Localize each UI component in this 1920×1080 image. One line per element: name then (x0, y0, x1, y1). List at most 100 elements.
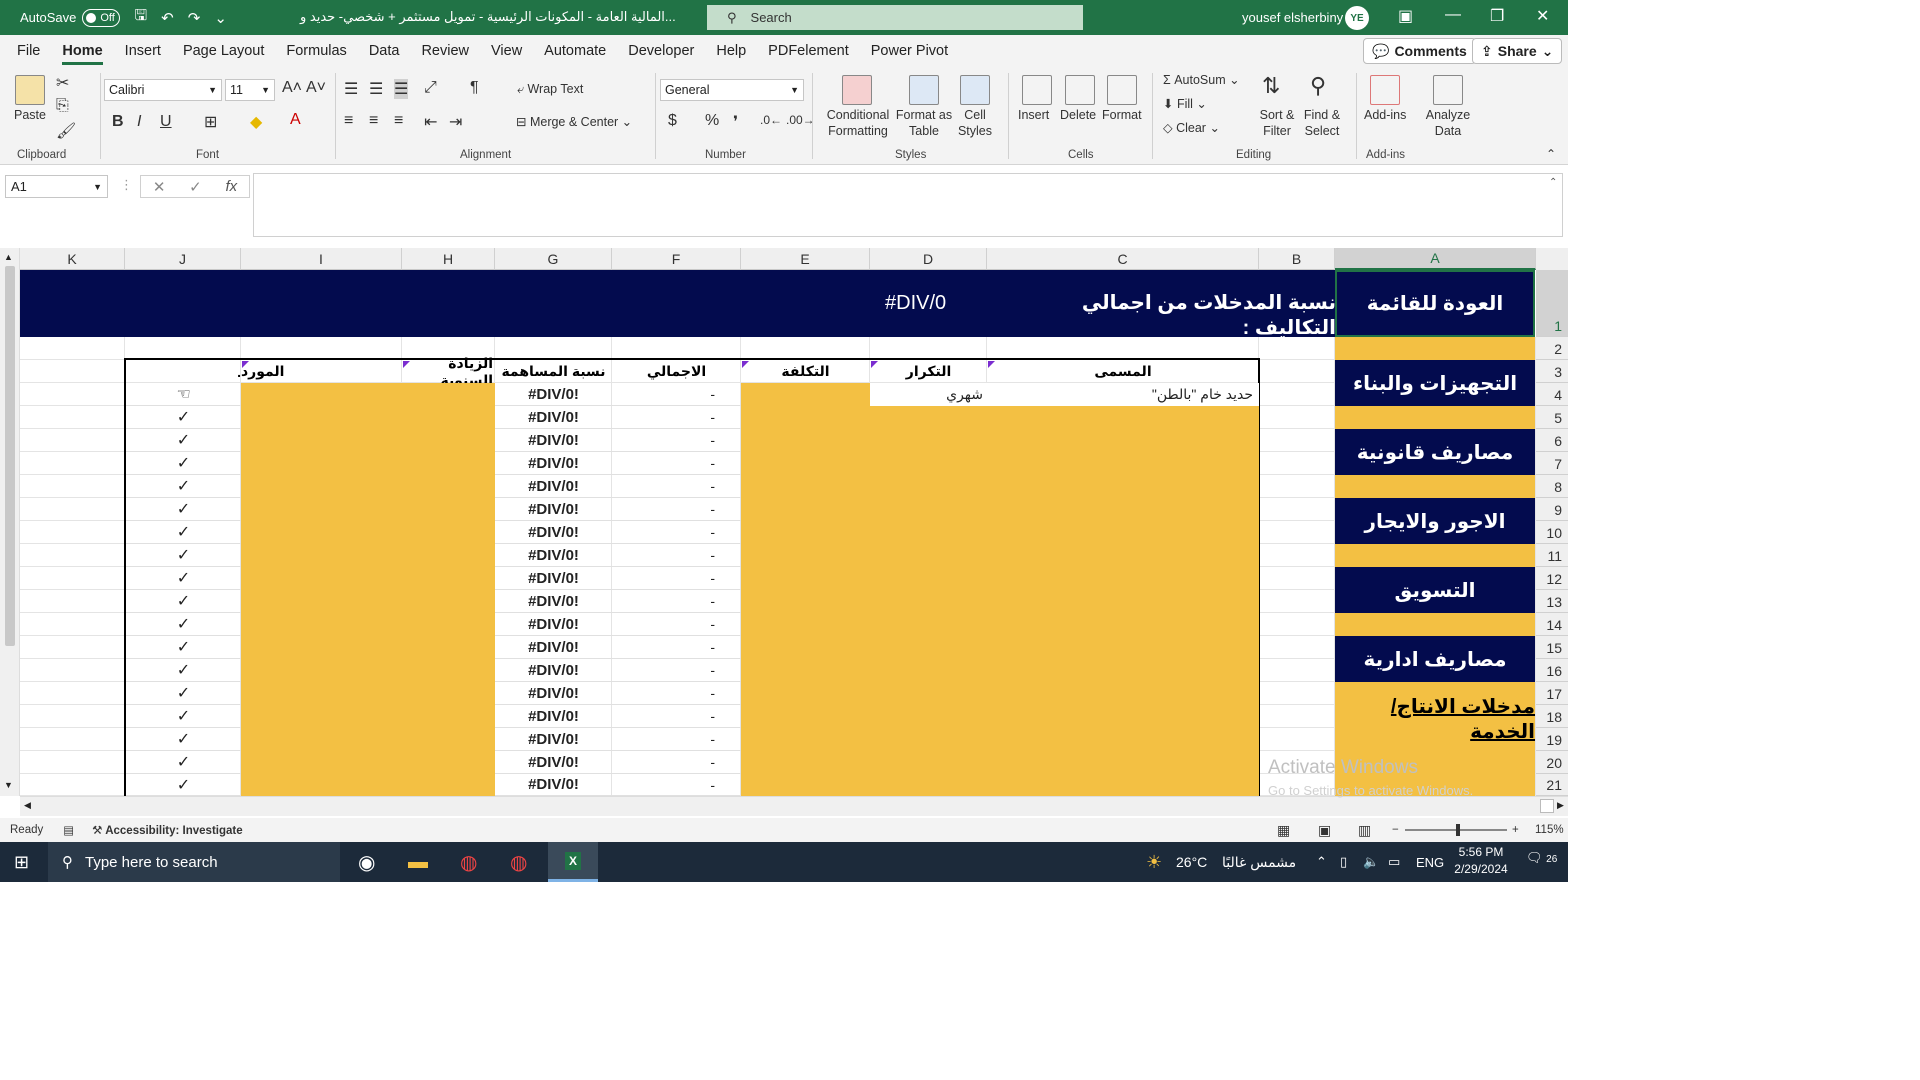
check-icon[interactable]: ✓ (126, 567, 241, 590)
cell-share[interactable]: #DIV/0! (495, 544, 612, 567)
search-box[interactable]: ⚲ Search (707, 5, 1083, 30)
tab-insert[interactable]: Insert (114, 35, 172, 67)
check-icon[interactable]: ✓ (126, 452, 241, 475)
scroll-up-icon[interactable]: ▲ (4, 252, 13, 262)
check-icon[interactable]: ✓ (126, 728, 241, 751)
windows-start-icon[interactable]: ⊞ (14, 852, 29, 873)
chrome-profile-icon[interactable]: ◍ (510, 850, 527, 875)
cell-share[interactable]: #DIV/0! (495, 774, 612, 796)
font-color-icon[interactable]: A (290, 111, 301, 129)
row-header-15[interactable]: 15 (1536, 636, 1568, 659)
check-icon[interactable]: ✓ (126, 475, 241, 498)
scroll-right-icon[interactable]: ▶ (1557, 800, 1564, 811)
find-icon[interactable]: ⚲ (1310, 73, 1326, 99)
currency-icon[interactable]: $ (668, 112, 677, 130)
user-name[interactable]: yousef elsherbiny (1242, 10, 1343, 25)
increase-font-icon[interactable]: A˄ (282, 79, 302, 97)
cell-share[interactable]: #DIV/0! (495, 751, 612, 774)
tab-data[interactable]: Data (358, 35, 411, 67)
bottom-align-icon[interactable]: ☰ (394, 79, 409, 99)
row-header-7[interactable]: 7 (1536, 452, 1568, 475)
check-icon[interactable]: ✓ (126, 613, 241, 636)
row-header-11[interactable]: 11 (1536, 544, 1568, 567)
tab-power-pivot[interactable]: Power Pivot (860, 35, 959, 67)
excel-taskbar-icon[interactable]: X (548, 842, 598, 882)
wrap-text-button[interactable]: ⤶ Wrap Text (517, 81, 583, 97)
check-icon[interactable]: ✓ (126, 636, 241, 659)
row-header-9[interactable]: 9 (1536, 498, 1568, 521)
worksheet-grid[interactable]: ▲ ▼ K J I H G F E D C B A 1 2 3 4 5 6 7 8 9 10 11 12 13 14 15 16 17… (0, 248, 1568, 796)
orientation-icon[interactable]: ⤢ (424, 79, 437, 97)
cell-share[interactable]: #DIV/0! (495, 682, 612, 705)
scroll-down-icon[interactable]: ▼ (4, 780, 13, 790)
cell-share[interactable]: #DIV/0! (495, 521, 612, 544)
tray-chevron-icon[interactable]: ⌃ (1316, 854, 1327, 870)
cell-share[interactable]: #DIV/0! (495, 659, 612, 682)
addins-button[interactable]: Add-ins (1364, 107, 1406, 123)
row-header-17[interactable]: 17 (1536, 682, 1568, 705)
cell-share[interactable]: #DIV/0! (495, 567, 612, 590)
row-header-19[interactable]: 19 (1536, 728, 1568, 751)
cell-total[interactable]: - (612, 682, 741, 705)
row-header-16[interactable]: 16 (1536, 659, 1568, 682)
format-cells-icon[interactable] (1107, 75, 1137, 105)
merge-center-button[interactable]: ⊟ Merge & Center ⌄ (516, 114, 632, 130)
cell-share[interactable]: #DIV/0! (495, 728, 612, 751)
chrome-icon[interactable]: ◍ (460, 850, 477, 875)
cell-share[interactable]: #DIV/0! (495, 475, 612, 498)
comment-indicator[interactable] (403, 361, 410, 368)
cell-styles-icon[interactable] (960, 75, 990, 105)
row-header-14[interactable]: 14 (1536, 613, 1568, 636)
horizontal-scrollbar[interactable]: ◀ ▶ (20, 796, 1568, 816)
check-icon[interactable]: ✓ (126, 498, 241, 521)
cell-share[interactable]: #DIV/0! (495, 406, 612, 429)
column-header-b[interactable]: B (1259, 248, 1335, 270)
row-header-12[interactable]: 12 (1536, 567, 1568, 590)
tab-formulas[interactable]: Formulas (275, 35, 357, 67)
cell-share[interactable]: #DIV/0! (495, 590, 612, 613)
percent-icon[interactable]: % (705, 112, 719, 130)
nav-button-wages[interactable]: الاجور والايجار (1335, 498, 1535, 544)
clock[interactable]: 5:56 PM 2/29/2024 (1450, 844, 1512, 878)
nav-button-legal[interactable]: مصاريف قانونية (1335, 429, 1535, 475)
zoom-out-icon[interactable]: − (1392, 824, 1399, 836)
nav-button-admin[interactable]: مصاريف ادارية (1335, 636, 1535, 682)
notification-button[interactable]: 🗨 26 (1526, 850, 1557, 866)
row-header-3[interactable]: 3 (1536, 360, 1568, 383)
row-header-8[interactable]: 8 (1536, 475, 1568, 498)
delete-cells-icon[interactable] (1065, 75, 1095, 105)
row-header-18[interactable]: 18 (1536, 705, 1568, 728)
cell-total[interactable]: - (612, 590, 741, 613)
check-icon[interactable]: ✓ (126, 774, 241, 796)
network-icon[interactable]: ▭ (1388, 854, 1400, 870)
fill-color-icon[interactable]: ◆ (250, 112, 262, 132)
format-painter-icon[interactable]: 🖌 (56, 121, 76, 141)
addins-icon[interactable] (1370, 75, 1400, 105)
cell-share[interactable]: #DIV/0! (495, 383, 612, 406)
taskbar-search[interactable]: ⚲ Type here to search (48, 842, 340, 882)
decrease-indent-icon[interactable]: ⇤ (424, 112, 437, 132)
autosum-button[interactable]: Σ AutoSum ⌄ (1163, 72, 1240, 88)
minimize-icon[interactable]: — (1445, 6, 1461, 24)
format-as-table-button[interactable]: Format as Table (892, 107, 956, 139)
cell-total[interactable]: - (612, 429, 741, 452)
column-header-h[interactable]: H (402, 248, 495, 270)
column-header-j[interactable]: J (125, 248, 241, 270)
check-icon[interactable]: ✓ (126, 406, 241, 429)
column-header-c[interactable]: C (987, 248, 1259, 270)
column-header-a[interactable]: A (1335, 248, 1536, 270)
cell-total[interactable]: - (612, 521, 741, 544)
expand-formula-icon[interactable]: ⌃ (1549, 177, 1557, 188)
analyze-data-icon[interactable] (1433, 75, 1463, 105)
tab-file[interactable]: File (6, 35, 51, 67)
row-header-6[interactable]: 6 (1536, 429, 1568, 452)
align-center-icon[interactable]: ≡ (369, 112, 378, 130)
tab-automate[interactable]: Automate (533, 35, 617, 67)
tab-developer[interactable]: Developer (617, 35, 705, 67)
check-icon[interactable]: ✓ (126, 590, 241, 613)
cell-total[interactable]: - (612, 567, 741, 590)
cell-frequency[interactable]: شهري (870, 383, 985, 406)
nav-button-back[interactable]: العودة للقائمة (1335, 270, 1535, 337)
analyze-data-button[interactable]: Analyze Data (1422, 107, 1474, 139)
align-right-icon[interactable]: ≡ (394, 112, 403, 130)
